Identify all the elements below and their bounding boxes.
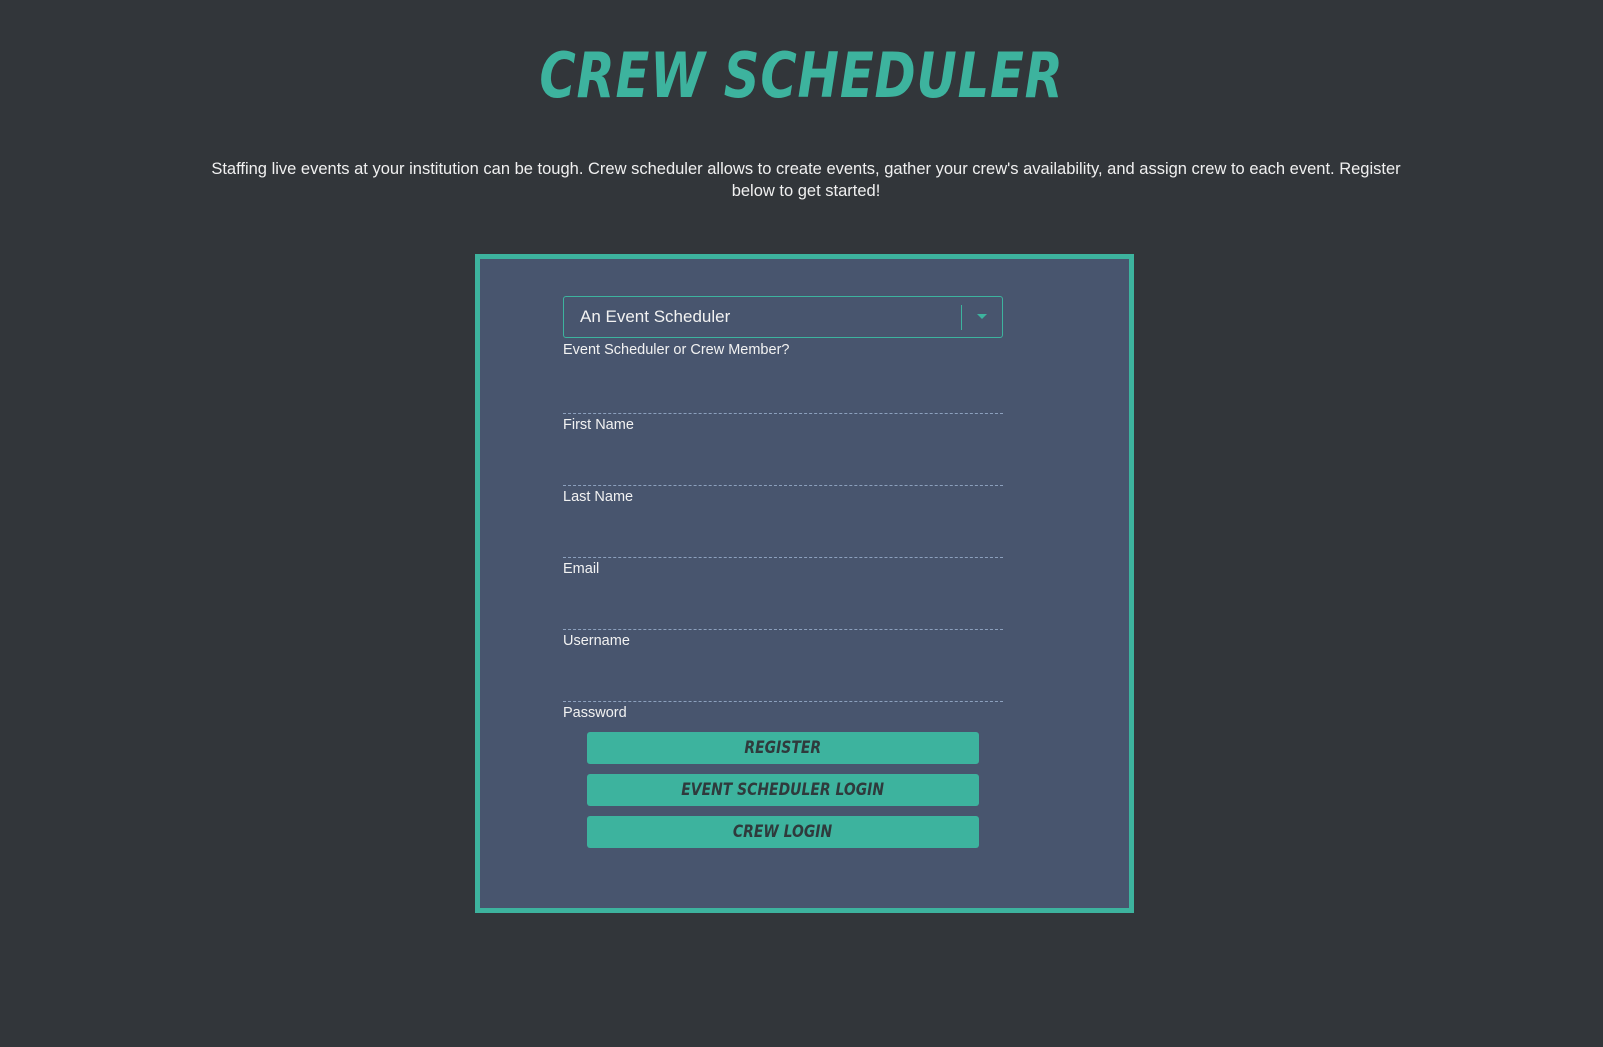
first-name-label: First Name	[563, 417, 634, 433]
event-scheduler-login-button[interactable]: Event Scheduler Login	[587, 774, 979, 806]
role-select[interactable]: An Event Scheduler	[563, 296, 1003, 338]
email-label: Email	[563, 561, 600, 577]
registration-form: An Event Scheduler Event Scheduler or Cr…	[563, 296, 1003, 722]
password-label: Password	[563, 705, 627, 721]
password-input[interactable]	[563, 684, 1003, 702]
register-button[interactable]: Register	[587, 732, 979, 764]
username-field: Username	[563, 612, 1003, 650]
crew-login-label: Crew Login	[733, 822, 833, 842]
select-divider	[961, 305, 962, 330]
last-name-label: Last Name	[563, 489, 634, 505]
event-scheduler-login-label: Event Scheduler Login	[681, 780, 885, 800]
last-name-field: Last Name	[563, 468, 1003, 506]
registration-panel: An Event Scheduler Event Scheduler or Cr…	[475, 254, 1134, 913]
username-label: Username	[563, 633, 630, 649]
page-title: Crew Scheduler	[539, 39, 1064, 112]
crew-login-button[interactable]: Crew Login	[587, 816, 979, 848]
first-name-field: First Name	[563, 396, 1003, 434]
button-group: Register Event Scheduler Login Crew Logi…	[587, 732, 979, 858]
intro-text: Staffing live events at your institution…	[211, 160, 1401, 200]
role-select-value: An Event Scheduler	[580, 307, 731, 326]
last-name-input[interactable]	[563, 468, 1003, 486]
password-field: Password	[563, 684, 1003, 722]
email-field: Email	[563, 540, 1003, 578]
username-input[interactable]	[563, 612, 1003, 630]
chevron-down-icon[interactable]	[977, 314, 987, 319]
register-button-label: Register	[744, 738, 822, 758]
first-name-input[interactable]	[563, 396, 1003, 414]
email-input[interactable]	[563, 540, 1003, 558]
role-select-label: Event Scheduler or Crew Member?	[563, 342, 790, 358]
